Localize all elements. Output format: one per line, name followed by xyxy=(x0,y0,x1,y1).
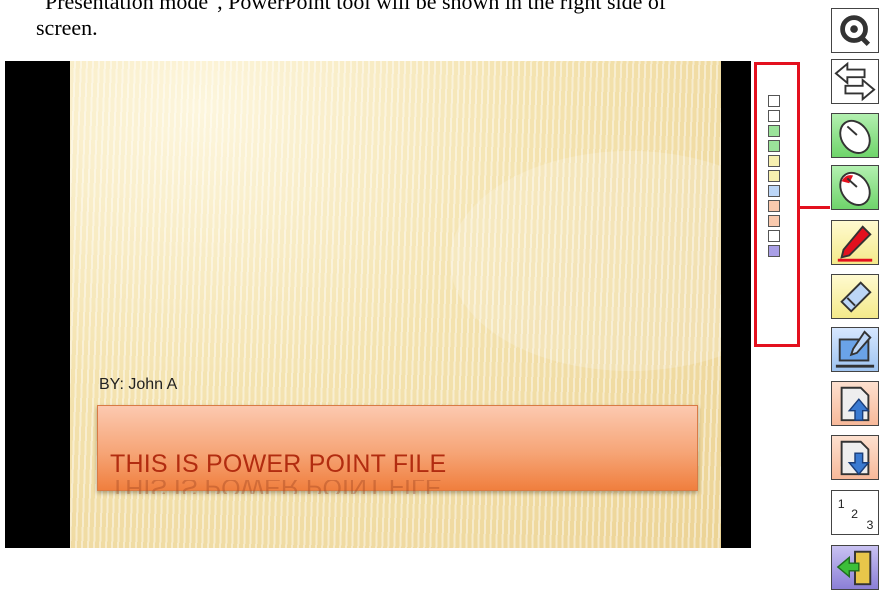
numbers-icon[interactable]: 1 2 3 xyxy=(831,490,879,535)
instruction-line-1: "Presentation mode", PowerPoint tool wil… xyxy=(36,0,667,14)
page-up-icon[interactable] xyxy=(831,381,879,426)
mini-numbers-icon[interactable] xyxy=(768,230,780,242)
slide-title-reflection: THIS IS POWER POINT FILE xyxy=(110,480,442,494)
mini-exit-door-icon[interactable] xyxy=(768,245,780,257)
mini-magnifier-icon[interactable] xyxy=(768,95,780,107)
monitor-pen-icon[interactable] xyxy=(831,327,879,372)
page-number-digit-2: 2 xyxy=(851,507,858,521)
magnifier-icon[interactable] xyxy=(831,8,879,53)
mini-monitor-pen-icon[interactable] xyxy=(768,185,780,197)
exit-door-icon[interactable] xyxy=(831,545,879,590)
eraser-icon[interactable] xyxy=(831,274,879,319)
mouse-icon[interactable] xyxy=(831,113,879,158)
instruction-line-2: screen. xyxy=(36,15,98,40)
swap-arrows-icon[interactable] xyxy=(831,59,879,104)
mini-swap-arrows-icon[interactable] xyxy=(768,110,780,122)
mini-toolbar xyxy=(768,95,782,260)
mini-page-up-icon[interactable] xyxy=(768,200,780,212)
page-down-icon[interactable] xyxy=(831,435,879,480)
mouse-red-icon[interactable] xyxy=(831,165,879,210)
mini-eraser-icon[interactable] xyxy=(768,170,780,182)
mini-mouse-red-icon[interactable] xyxy=(768,140,780,152)
callout-line xyxy=(800,206,830,209)
mini-mouse-icon[interactable] xyxy=(768,125,780,137)
mini-page-down-icon[interactable] xyxy=(768,215,780,227)
page-number-digit-3: 3 xyxy=(866,518,873,532)
slide-background-decoration xyxy=(450,151,721,371)
pen-icon[interactable] xyxy=(831,220,879,265)
slide-title: THIS IS POWER POINT FILE xyxy=(110,450,447,478)
slide-title-box: THIS IS POWER POINT FILE THIS IS POWER P… xyxy=(97,405,698,494)
page-number-digit-1: 1 xyxy=(838,497,845,511)
mini-pen-icon[interactable] xyxy=(768,155,780,167)
slide-subtitle: BY: John A xyxy=(99,376,178,393)
